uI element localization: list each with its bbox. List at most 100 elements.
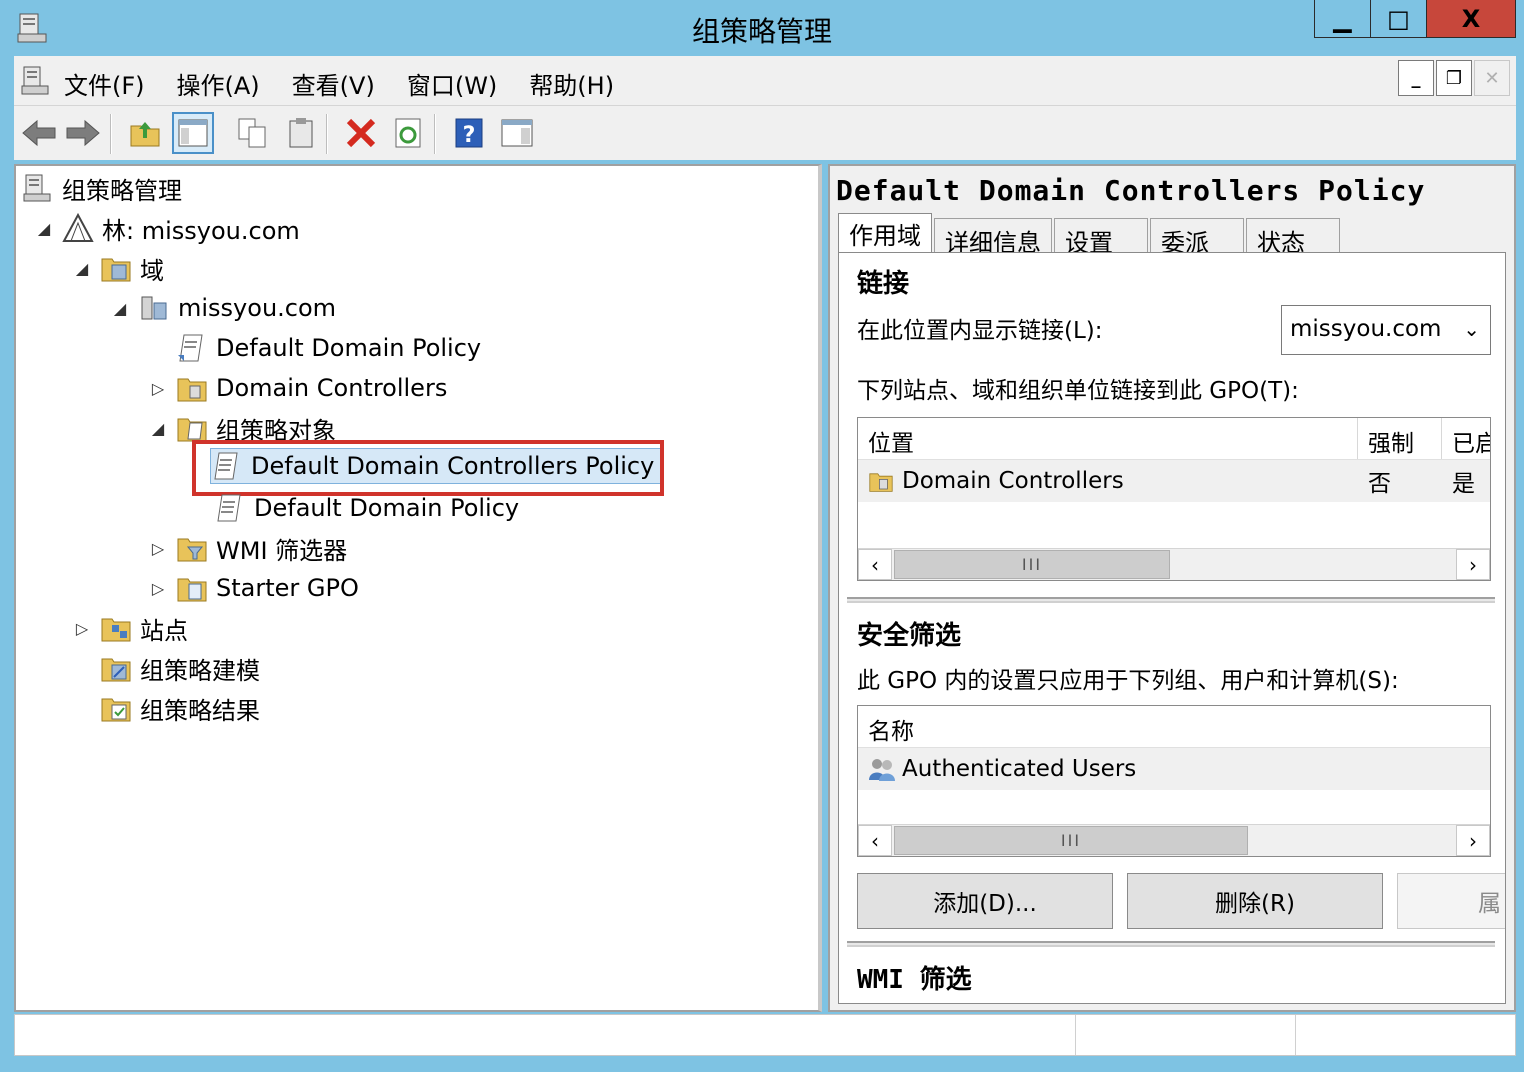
column-header-enabled[interactable]: 已启 xyxy=(1442,418,1490,459)
security-filtering-heading: 安全筛选 xyxy=(857,621,962,651)
remove-button[interactable]: 删除(R) xyxy=(1127,873,1383,929)
toolbar: ? xyxy=(14,106,1516,160)
paste-button[interactable] xyxy=(280,112,322,154)
help-button[interactable]: ? xyxy=(448,112,490,154)
menu-window[interactable]: 窗口(W) xyxy=(407,64,513,105)
collapse-triangle-icon[interactable]: ◢ xyxy=(108,299,132,318)
link-location-cell: Domain Controllers xyxy=(902,468,1124,494)
domains-folder-icon xyxy=(100,253,132,283)
tree-node-ddp-link[interactable]: Default Domain Policy xyxy=(176,330,481,366)
sites-folder-icon xyxy=(100,613,132,643)
close-button[interactable]: X xyxy=(1427,0,1515,37)
mdi-close-button: ✕ xyxy=(1474,60,1510,96)
expand-triangle-icon[interactable]: ▷ xyxy=(146,379,170,398)
console-tree-icon xyxy=(178,119,208,147)
window-controls: ▁ □ X xyxy=(1314,0,1516,38)
back-button[interactable] xyxy=(18,112,60,154)
chevron-down-icon: ⌄ xyxy=(1463,317,1480,341)
copy-button[interactable] xyxy=(232,112,274,154)
show-links-label: 在此位置内显示链接(L): xyxy=(857,318,1103,344)
scrollbar-thumb[interactable]: III xyxy=(894,550,1170,579)
security-horizontal-scrollbar[interactable]: ‹ III › xyxy=(858,824,1490,856)
column-header-enforced[interactable]: 强制 xyxy=(1358,418,1442,459)
delete-button[interactable] xyxy=(340,112,382,154)
system-menu-icon[interactable] xyxy=(20,65,52,97)
up-one-level-button[interactable] xyxy=(124,112,166,154)
action-pane-icon xyxy=(501,119,533,147)
mdi-restore-button[interactable]: ❐ xyxy=(1436,60,1472,96)
table-row[interactable]: Domain Controllers 否 是 xyxy=(858,460,1490,502)
help-question-icon: ? xyxy=(455,118,483,148)
link-enabled-cell: 是 xyxy=(1452,471,1475,497)
scrollbar-thumb[interactable]: III xyxy=(894,826,1248,855)
menu-help[interactable]: 帮助(H) xyxy=(529,64,630,105)
security-filter-list[interactable]: 名称 Authenticated Users ‹ III › xyxy=(857,705,1491,857)
paste-icon xyxy=(289,118,313,148)
maximize-button[interactable]: □ xyxy=(1371,0,1427,37)
tab-status[interactable]: 状态 xyxy=(1246,218,1340,257)
svg-text:?: ? xyxy=(463,123,476,148)
tab-settings[interactable]: 设置 xyxy=(1054,218,1148,257)
tree-node-sites[interactable]: ▷ 站点 xyxy=(70,610,188,646)
menu-action[interactable]: 操作(A) xyxy=(177,64,276,105)
location-dropdown-value: missyou.com xyxy=(1290,316,1442,342)
results-icon xyxy=(100,693,132,723)
scroll-right-icon[interactable]: › xyxy=(1456,825,1490,856)
tree-label: 站点 xyxy=(140,616,188,645)
refresh-button[interactable] xyxy=(388,112,430,154)
tree-label: 组策略管理 xyxy=(62,176,182,205)
forest-icon xyxy=(62,213,94,243)
table-row[interactable]: Authenticated Users xyxy=(858,748,1490,790)
collapse-triangle-icon[interactable]: ◢ xyxy=(70,259,94,278)
tree-node-gp-modeling[interactable]: 组策略建模 xyxy=(100,650,260,686)
console-tree: 组策略管理 ◢ 林: missyou.com ◢ 域 ◢ missyou.com… xyxy=(14,164,822,1012)
tree-node-ddp[interactable]: Default Domain Policy xyxy=(214,490,519,526)
links-horizontal-scrollbar[interactable]: ‹ III › xyxy=(858,548,1490,580)
tree-node-wmi-filters[interactable]: ▷ WMI 筛选器 xyxy=(146,530,347,566)
section-divider xyxy=(847,597,1495,603)
back-arrow-icon xyxy=(22,119,56,147)
gpo-link-icon xyxy=(176,333,208,363)
tree-node-domains[interactable]: ◢ 域 xyxy=(70,250,164,286)
column-header-location[interactable]: 位置 xyxy=(858,418,1358,459)
ou-folder-icon xyxy=(868,469,894,493)
tree-node-domain[interactable]: ◢ missyou.com xyxy=(108,290,336,326)
expand-triangle-icon[interactable]: ▷ xyxy=(70,619,94,638)
minimize-icon: ▁ xyxy=(1333,4,1352,33)
forward-button[interactable] xyxy=(62,112,104,154)
minimize-button[interactable]: ▁ xyxy=(1315,0,1371,37)
wmi-folder-icon xyxy=(176,533,208,563)
collapse-triangle-icon[interactable]: ◢ xyxy=(32,219,56,238)
details-pane: Default Domain Controllers Policy 作用域 详细… xyxy=(828,164,1516,1012)
menu-view[interactable]: 查看(V) xyxy=(292,64,391,105)
add-button[interactable]: 添加(D)... xyxy=(857,873,1113,929)
scope-tab-panel: 链接 在此位置内显示链接(L): missyou.com ⌄ 下列站点、域和组织… xyxy=(838,252,1506,1004)
menu-file[interactable]: 文件(F) xyxy=(64,64,161,105)
collapse-triangle-icon[interactable]: ◢ xyxy=(146,419,170,438)
tree-node-starter-gpo[interactable]: ▷ Starter GPO xyxy=(146,570,359,606)
scroll-left-icon[interactable]: ‹ xyxy=(858,825,892,856)
tree-label: Default Domain Policy xyxy=(254,494,520,522)
expand-triangle-icon[interactable]: ▷ xyxy=(146,579,170,598)
mdi-minimize-button[interactable]: _ xyxy=(1398,60,1434,96)
column-header-name[interactable]: 名称 xyxy=(858,706,1490,747)
show-action-pane-button[interactable] xyxy=(496,112,538,154)
location-dropdown[interactable]: missyou.com ⌄ xyxy=(1281,305,1491,355)
tree-node-forest[interactable]: ◢ 林: missyou.com xyxy=(32,210,300,246)
tab-scope[interactable]: 作用域 xyxy=(838,213,932,257)
tab-details[interactable]: 详细信息 xyxy=(934,218,1052,257)
show-hide-console-tree-button[interactable] xyxy=(172,112,214,154)
tab-delegation[interactable]: 委派 xyxy=(1150,218,1244,257)
tree-label: Domain Controllers xyxy=(216,374,448,402)
links-list[interactable]: 位置 强制 已启 Domain Controllers 否 是 ‹ III › xyxy=(857,417,1491,581)
refresh-icon xyxy=(395,118,421,148)
expand-triangle-icon[interactable]: ▷ xyxy=(146,539,170,558)
tree-node-gp-results[interactable]: 组策略结果 xyxy=(100,690,260,726)
tree-node-domain-controllers[interactable]: ▷ Domain Controllers xyxy=(146,370,447,406)
scroll-right-icon[interactable]: › xyxy=(1456,549,1490,580)
tree-node-gpmc-root[interactable]: 组策略管理 xyxy=(22,170,182,206)
delete-x-icon xyxy=(346,118,376,148)
gpo-title: Default Domain Controllers Policy xyxy=(836,174,1426,207)
scroll-left-icon[interactable]: ‹ xyxy=(858,549,892,580)
folder-up-icon xyxy=(130,122,160,147)
